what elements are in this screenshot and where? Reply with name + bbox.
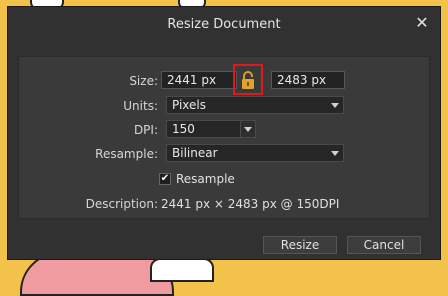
description-label: Description: [85, 197, 158, 211]
units-select[interactable]: Pixels [166, 96, 344, 114]
chevron-down-icon [331, 151, 339, 156]
units-value: Pixels [172, 98, 207, 112]
resize-document-dialog: Resize Document ✕ Size: 2441 px 2483 px … [7, 6, 441, 260]
width-input[interactable]: 2441 px [161, 71, 237, 89]
dialog-title: Resize Document [167, 17, 281, 32]
resize-button[interactable]: Resize [263, 236, 337, 254]
dpi-field[interactable]: 150 [166, 120, 256, 138]
chevron-down-icon [331, 103, 339, 108]
lock-icon[interactable] [240, 70, 256, 90]
description-value: 2441 px × 2483 px @ 150DPI [161, 197, 340, 211]
resample-value: Bilinear [172, 146, 218, 160]
close-icon[interactable]: ✕ [414, 14, 430, 32]
resample-checkbox[interactable]: ✔ [159, 173, 171, 185]
height-input[interactable]: 2483 px [271, 71, 345, 89]
units-label: Units: [123, 99, 158, 113]
dialog-titlebar: Resize Document ✕ [8, 7, 440, 41]
resample-label: Resample: [95, 147, 158, 161]
size-label: Size: [129, 74, 158, 88]
chevron-down-icon[interactable] [240, 121, 255, 137]
resample-select[interactable]: Bilinear [166, 144, 344, 162]
dpi-value: 150 [172, 122, 195, 136]
resample-checkbox-label: Resample [176, 172, 235, 186]
cancel-button[interactable]: Cancel [347, 236, 421, 254]
dpi-label: DPI: [133, 123, 158, 137]
canvas-art [150, 258, 214, 282]
